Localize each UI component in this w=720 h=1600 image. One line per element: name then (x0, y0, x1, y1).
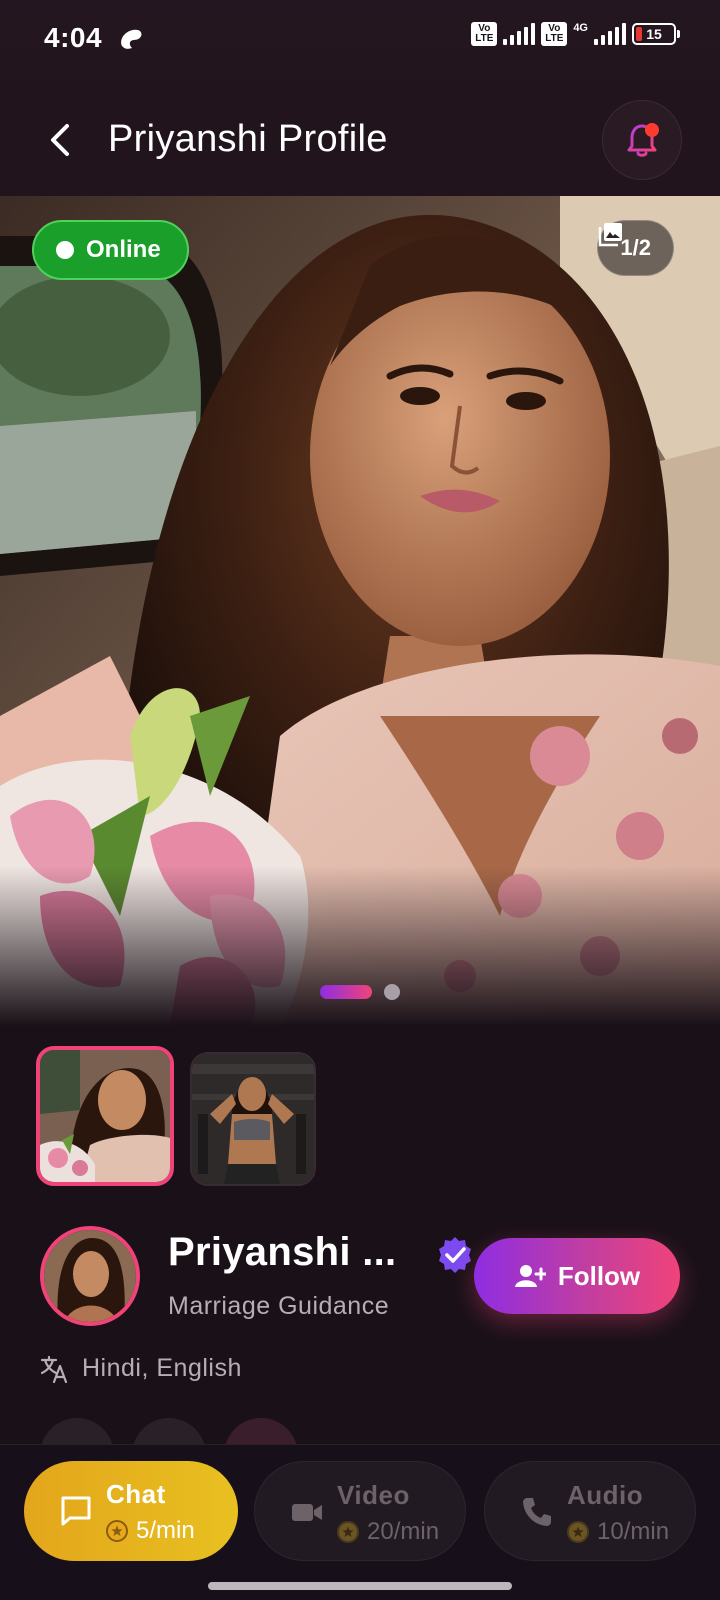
battery-icon: 15 (632, 23, 680, 45)
thumbnail-image (192, 1054, 314, 1184)
pager-dot[interactable] (384, 984, 400, 1000)
avatar[interactable] (40, 1226, 140, 1326)
online-status-badge: Online (32, 220, 189, 280)
chat-label: Chat (106, 1479, 166, 1509)
battery-level: 15 (646, 26, 662, 42)
video-label: Video (337, 1480, 410, 1510)
online-dot-icon (56, 241, 74, 259)
audio-call-button[interactable]: Audio 10/min (484, 1461, 696, 1561)
chat-price: 5/min (106, 1517, 195, 1545)
follow-button[interactable]: Follow (474, 1238, 680, 1314)
chat-icon (61, 1496, 91, 1526)
profile-specialty: Marriage Guidance (168, 1292, 390, 1320)
photo-counter-text: 1/2 (620, 235, 651, 260)
coin-icon (567, 1521, 589, 1543)
online-label: Online (86, 236, 161, 263)
pager-dot-active[interactable] (320, 985, 372, 999)
audio-label: Audio (567, 1480, 644, 1510)
video-camera-icon (292, 1504, 322, 1521)
page-title: Priyanshi Profile (108, 118, 388, 160)
status-bar: 4:04 Vo LTE Vo LTE 4G 15 (0, 0, 720, 80)
follow-label: Follow (557, 1260, 641, 1291)
notifications-button[interactable] (602, 100, 682, 180)
coin-icon (337, 1521, 359, 1543)
back-arrow-icon (51, 124, 69, 156)
status-icons: Vo LTE Vo LTE 4G 15 (471, 21, 680, 46)
avatar-image (44, 1230, 136, 1322)
airtel-icon (121, 29, 142, 49)
network-type: 4G (573, 21, 588, 34)
languages-text: Hindi, English (82, 1354, 242, 1382)
photo-thumbnail-1[interactable] (36, 1046, 174, 1186)
video-price-text: 20/min (367, 1518, 440, 1545)
photo-thumbnail-2[interactable] (190, 1052, 316, 1186)
home-indicator[interactable] (208, 1582, 512, 1590)
thumbnail-image (40, 1050, 170, 1182)
video-call-button[interactable]: Video 20/min (254, 1461, 466, 1561)
audio-price-text: 10/min (597, 1518, 670, 1545)
signal-icon (503, 23, 536, 45)
app-header: Priyanshi Profile (0, 80, 720, 196)
verified-badge-icon (439, 1237, 471, 1273)
volte-icon: Vo LTE (471, 22, 498, 46)
carousel-pager (320, 984, 400, 1000)
status-time: 4:04 (44, 22, 103, 53)
chat-price-text: 5/min (136, 1517, 195, 1544)
coin-icon (106, 1520, 128, 1542)
add-user-icon (514, 1265, 546, 1287)
profile-photo-carousel[interactable]: Online 1/2 (0, 196, 720, 1026)
action-bar: Chat 5/min Video 20/min Audio 10/min (0, 1444, 720, 1600)
photo-gradient (0, 866, 720, 1026)
chat-button[interactable]: Chat 5/min (24, 1461, 238, 1561)
volte-icon: Vo LTE (541, 22, 568, 46)
signal-icon (594, 23, 626, 45)
back-button[interactable] (36, 116, 84, 164)
translate-icon (40, 1355, 68, 1383)
notification-dot (645, 123, 659, 137)
audio-price: 10/min (567, 1518, 669, 1546)
profile-name: Priyanshi ... (168, 1230, 397, 1274)
phone-icon (523, 1498, 551, 1526)
photo-counter: 1/2 (597, 220, 674, 276)
video-price: 20/min (337, 1518, 439, 1546)
languages-row: Hindi, English (40, 1354, 242, 1383)
gallery-icon (599, 223, 623, 247)
